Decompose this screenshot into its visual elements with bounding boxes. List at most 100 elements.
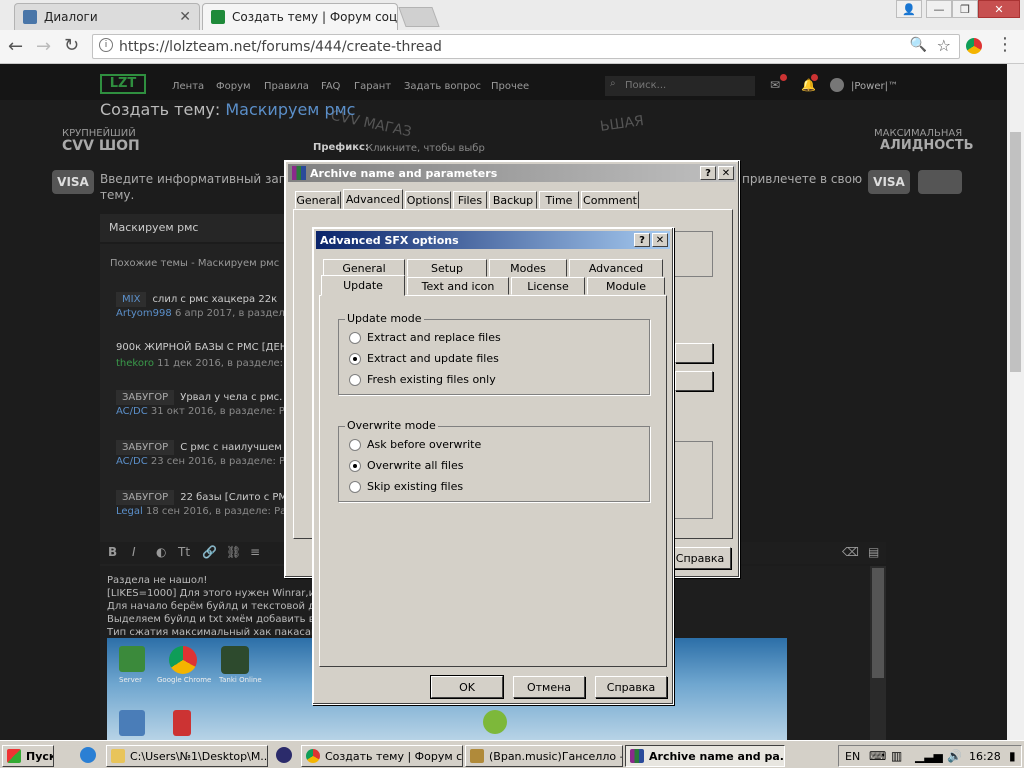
thread-title[interactable]: слил с рмс хацкера 22к xyxy=(152,294,277,305)
radio-button-selected[interactable] xyxy=(349,459,361,472)
radio-ask-before[interactable]: Ask before overwrite xyxy=(349,438,481,451)
list-item[interactable]: ЗАБУГОР 22 базы [Слито с РМС xyxy=(116,490,294,505)
document-icon[interactable]: ▤ xyxy=(868,545,879,559)
scrollbar-thumb[interactable] xyxy=(1010,132,1021,372)
thread-author[interactable]: thekoro xyxy=(116,358,154,369)
sfx-tab-advanced[interactable]: Advanced xyxy=(569,259,663,277)
signal-icon[interactable]: ▁▃▅ xyxy=(915,749,943,763)
ok-button[interactable]: OK xyxy=(430,675,504,699)
radio-extract-replace[interactable]: Extract and replace files xyxy=(349,331,501,344)
back-button[interactable]: ← xyxy=(8,36,23,57)
radio-overwrite-all[interactable]: Overwrite all files xyxy=(349,459,463,472)
unlink-icon[interactable]: ⛓ xyxy=(226,545,241,559)
forward-button[interactable]: → xyxy=(36,36,51,57)
taskbar-item-explorer[interactable]: C:\Users\№1\Desktop\M... xyxy=(106,745,268,767)
list-item[interactable]: MIX слил с рмс хацкера 22к xyxy=(116,292,277,307)
editor-text[interactable]: Раздела не нашол! [LIKES=1000] Для этого… xyxy=(107,574,334,639)
radio-extract-update[interactable]: Extract and update files xyxy=(349,352,499,365)
help-icon[interactable]: ? xyxy=(700,166,716,180)
close-icon[interactable]: ✕ xyxy=(397,9,398,25)
radio-button[interactable] xyxy=(349,438,361,451)
profile-icon[interactable]: 👤 xyxy=(896,0,922,18)
thread-title[interactable]: 900к ЖИРНОЙ БАЗЫ С РМС [ДЕН xyxy=(116,342,287,353)
nav-faq[interactable]: FAQ xyxy=(321,81,340,92)
archive-tab-comment[interactable]: Comment xyxy=(581,191,639,209)
archive-tab-time[interactable]: Time xyxy=(539,191,579,209)
sfx-tab-modes[interactable]: Modes xyxy=(489,259,567,277)
radio-button[interactable] xyxy=(349,480,361,493)
language-indicator[interactable]: EN xyxy=(845,750,860,763)
title-input[interactable]: Маскируем рмс xyxy=(100,214,286,242)
network-icon[interactable]: ▥ xyxy=(891,749,902,763)
thread-title[interactable]: Урвал у чела с рмс. xyxy=(180,392,282,403)
clock[interactable]: 16:28 xyxy=(969,750,1001,763)
reload-button[interactable]: ↻ xyxy=(64,35,79,56)
font-size-icon[interactable]: Tt xyxy=(178,545,190,559)
color-icon[interactable]: ◐ xyxy=(156,545,166,559)
zoom-icon[interactable]: 🔍 xyxy=(910,37,927,53)
nav-forum[interactable]: Форум xyxy=(216,81,251,92)
thread-author[interactable]: AC/DC xyxy=(116,456,148,467)
eraser-icon[interactable]: ⌫ xyxy=(842,545,859,559)
keyboard-icon[interactable]: ⌨ xyxy=(869,749,886,763)
close-window-button[interactable]: ✕ xyxy=(978,0,1020,18)
thread-author[interactable]: Legal xyxy=(116,506,143,517)
minimize-button[interactable]: — xyxy=(926,0,952,18)
ie-icon[interactable] xyxy=(80,747,96,763)
archive-side-button[interactable] xyxy=(675,343,713,363)
help-button[interactable]: Справка xyxy=(595,676,667,698)
archive-side-button[interactable] xyxy=(675,371,713,391)
info-icon[interactable]: i xyxy=(99,38,113,52)
start-button[interactable]: Пуск xyxy=(2,745,54,767)
avatar[interactable] xyxy=(830,78,844,92)
address-bar[interactable]: i https://lolzteam.net/forums/444/create… xyxy=(92,34,960,59)
list-item[interactable]: 900к ЖИРНОЙ БАЗЫ С РМС [ДЕН xyxy=(116,342,287,353)
scrollbar-thumb[interactable] xyxy=(872,568,884,678)
sfx-tab-license[interactable]: License xyxy=(511,277,585,295)
radio-button[interactable] xyxy=(349,373,361,386)
list-item[interactable]: ЗАБУГОР Урвал у чела с рмс. xyxy=(116,390,282,405)
search-input[interactable]: Поиск... xyxy=(605,76,755,96)
editor-scrollbar[interactable] xyxy=(870,566,886,740)
archive-dialog-titlebar[interactable]: Archive name and parameters ? ✕ xyxy=(288,164,736,182)
menu-icon[interactable]: ⋮ xyxy=(996,34,1014,55)
bookmark-star-icon[interactable]: ☆ xyxy=(937,36,951,55)
archive-tab-files[interactable]: Files xyxy=(453,191,487,209)
help-icon[interactable]: ? xyxy=(634,233,650,247)
prefix-select[interactable]: Кликните, чтобы выбр xyxy=(366,143,485,154)
volume-icon[interactable]: 🔊 xyxy=(947,749,962,763)
archive-tab-options[interactable]: Options xyxy=(405,191,451,209)
bold-icon[interactable]: B xyxy=(108,545,117,559)
archive-help-button[interactable]: Справка xyxy=(669,547,731,569)
align-icon[interactable]: ≡ xyxy=(250,545,260,559)
nav-rules[interactable]: Правила xyxy=(264,81,309,92)
taskbar-item-music[interactable]: (Враn.music)Ганселло –... xyxy=(465,745,623,767)
nav-ask[interactable]: Задать вопрос xyxy=(404,81,481,92)
taskbar-item-chrome[interactable]: Создать тему | Форум с... xyxy=(301,745,463,767)
media-player-icon[interactable] xyxy=(276,747,292,763)
mail-icon[interactable]: ✉ xyxy=(770,78,780,92)
close-icon[interactable]: ✕ xyxy=(652,233,668,247)
nav-other[interactable]: Прочее xyxy=(491,81,529,92)
thread-title[interactable]: 22 базы [Слито с РМС xyxy=(180,492,294,503)
close-icon[interactable]: ✕ xyxy=(718,166,734,180)
sfx-tab-setup[interactable]: Setup xyxy=(407,259,487,277)
chrome-extension-icon[interactable] xyxy=(966,38,982,54)
show-desktop-icon[interactable]: ▮ xyxy=(1009,749,1016,763)
archive-tab-general[interactable]: General xyxy=(295,191,341,209)
thread-author[interactable]: AC/DC xyxy=(116,406,148,417)
radio-fresh-existing[interactable]: Fresh existing files only xyxy=(349,373,496,386)
sfx-tab-text-and-icon[interactable]: Text and icon xyxy=(407,277,509,295)
tab-create-thread[interactable]: Создать тему | Форум соц ✕ xyxy=(202,3,398,30)
list-item[interactable]: ЗАБУГОР С рмс с наилучшем с xyxy=(116,440,291,455)
radio-button[interactable] xyxy=(349,331,361,344)
sfx-tab-module[interactable]: Module xyxy=(587,277,665,295)
italic-icon[interactable]: I xyxy=(132,545,136,559)
radio-button-selected[interactable] xyxy=(349,352,361,365)
nav-feed[interactable]: Лента xyxy=(172,81,204,92)
radio-skip-existing[interactable]: Skip existing files xyxy=(349,480,463,493)
cancel-button[interactable]: Отмена xyxy=(513,676,585,698)
maximize-button[interactable]: ❐ xyxy=(952,0,978,18)
archive-tab-advanced[interactable]: Advanced xyxy=(343,189,403,210)
nav-garant[interactable]: Гарант xyxy=(354,81,391,92)
